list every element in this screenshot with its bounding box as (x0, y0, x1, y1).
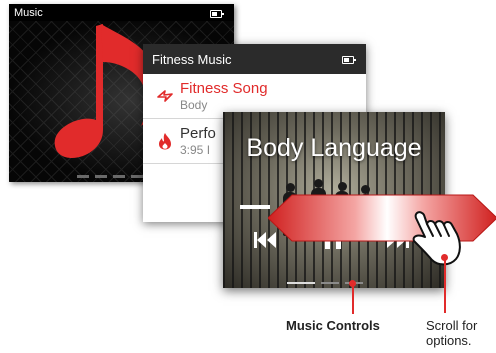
song-subtitle: 3:95 I (180, 143, 211, 157)
song-subtitle: Body (180, 98, 208, 112)
now-playing-title: Body Language (246, 134, 422, 162)
fitness-status-bar: Fitness Music (143, 44, 366, 74)
playback-progress[interactable] (240, 205, 270, 209)
scroll-options-line1: Scroll for (426, 318, 478, 333)
music-screen-title: Music (14, 7, 43, 19)
battery-icon (342, 56, 356, 64)
scroll-options-label: Scroll for options. (426, 318, 496, 348)
scroll-options-line2: options. (426, 333, 472, 348)
flame-icon (159, 133, 171, 150)
song-title: Perfo (180, 125, 216, 142)
lightning-icon (157, 90, 173, 102)
scroll-options-leader (444, 257, 446, 313)
fitness-screen-title: Fitness Music (152, 52, 232, 67)
hand-gesture-icon (412, 211, 461, 266)
song-title: Fitness Song (180, 80, 268, 97)
music-controls-leader (352, 283, 354, 314)
battery-icon (210, 10, 224, 18)
music-controls-label: Music Controls (286, 318, 380, 333)
